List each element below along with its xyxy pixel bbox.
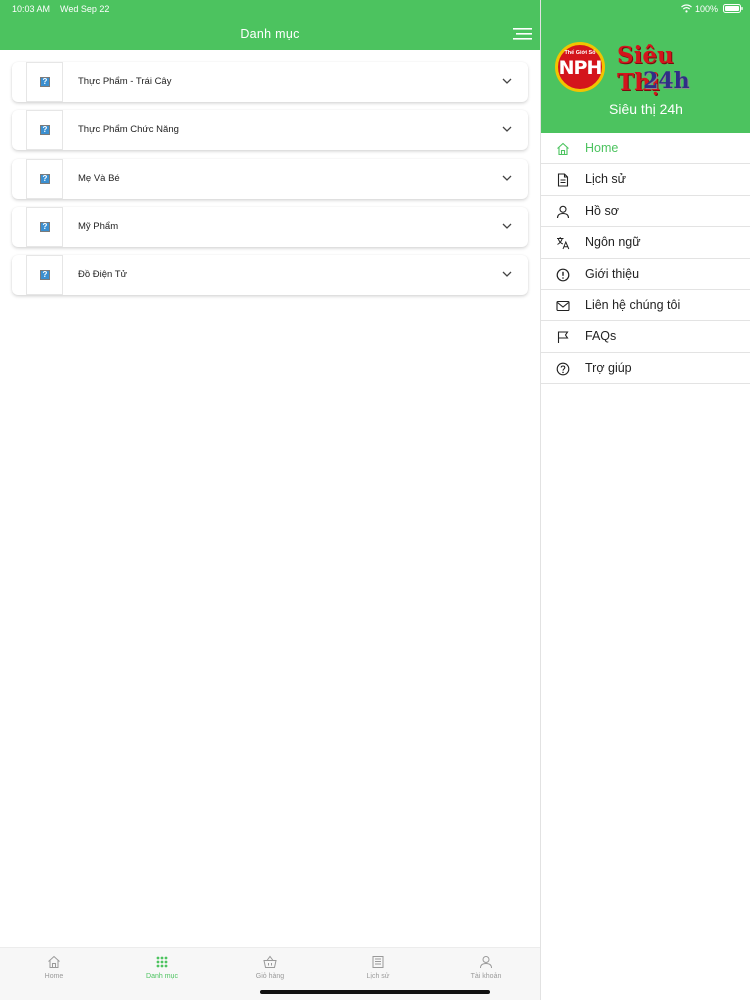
category-item[interactable]: ? Thực Phẩm Chức Năng	[12, 110, 528, 151]
category-thumbnail: ?	[26, 62, 63, 102]
category-label: Đồ Điện Tử	[78, 269, 127, 281]
flag-icon	[557, 331, 569, 344]
tab-category[interactable]: Danh mục	[108, 948, 216, 1000]
logo-ring-text: Thế Giới Số	[564, 50, 596, 56]
mail-icon	[556, 300, 570, 312]
brand-logo: Thế Giới Số NPH Siêu Thị 24h	[551, 38, 721, 100]
category-thumbnail: ?	[26, 206, 63, 247]
drawer-menu: Home Lịch sử Hồ sơ Ngôn ngữ Giới thiệu L…	[541, 133, 750, 385]
tab-label: Danh mục	[146, 973, 178, 980]
category-label: Mẹ Và Bé	[78, 172, 120, 184]
logo-wordmark-bottom: 24h	[643, 68, 690, 94]
category-label: Mỹ Phẩm	[78, 220, 119, 232]
home-icon	[557, 142, 569, 156]
menu-item-label: Ngôn ngữ	[585, 235, 641, 250]
menu-item-contact[interactable]: Liên hệ chúng tôi	[541, 290, 750, 322]
tab-label: Giỏ hàng	[255, 973, 285, 980]
tab-label: Tài khoản	[470, 973, 502, 980]
chevron-down-icon[interactable]	[502, 270, 512, 278]
document-icon	[557, 173, 569, 187]
help-icon	[556, 362, 570, 376]
logo-monogram: NPH	[558, 57, 603, 79]
category-thumbnail: ?	[26, 158, 63, 199]
menu-item-label: FAQs	[585, 329, 617, 344]
chevron-down-icon[interactable]	[502, 222, 512, 230]
menu-item-label: Home	[585, 141, 619, 155]
menu-item-profile[interactable]: Hồ sơ	[541, 196, 750, 228]
home-indicator	[260, 990, 490, 994]
menu-item-label: Lịch sử	[585, 172, 627, 187]
app-header: 10:03 AM Wed Sep 22 Danh mục	[0, 0, 540, 50]
hamburger-icon[interactable]	[513, 28, 532, 40]
brand-name: Siêu thị 24h	[609, 101, 683, 117]
image-placeholder-icon: ?	[40, 125, 50, 136]
category-item[interactable]: ? Đồ Điện Tử	[12, 255, 528, 296]
category-thumbnail: ?	[26, 255, 63, 296]
category-label: Thực Phẩm Chức Năng	[78, 124, 179, 136]
menu-item-label: Trợ giúp	[585, 360, 632, 375]
user-icon	[480, 956, 492, 969]
home-icon	[48, 955, 60, 968]
page-title: Danh mục	[240, 27, 300, 41]
image-placeholder-icon: ?	[40, 270, 50, 281]
tab-home[interactable]: Home	[0, 948, 108, 1000]
menu-item-home[interactable]: Home	[541, 133, 750, 165]
basket-icon	[263, 955, 277, 968]
category-thumbnail: ?	[26, 110, 63, 151]
grid-icon	[156, 956, 168, 968]
drawer-header: 100% Thế Giới Số NPH Siêu Thị 24h Siêu t…	[541, 0, 750, 133]
battery-icon	[723, 4, 743, 13]
status-time: 10:03 AM	[12, 4, 51, 14]
battery-percentage: 100%	[695, 4, 719, 14]
menu-item-label: Giới thiệu	[585, 266, 640, 281]
image-placeholder-icon: ?	[40, 77, 50, 87]
tab-label: Lịch sử	[366, 973, 390, 980]
tab-label: Home	[44, 973, 64, 980]
menu-item-help[interactable]: Trợ giúp	[541, 353, 750, 385]
menu-item-history[interactable]: Lịch sử	[541, 164, 750, 196]
user-icon	[556, 205, 570, 218]
history-icon	[372, 956, 384, 968]
side-drawer: 100% Thế Giới Số NPH Siêu Thị 24h Siêu t…	[540, 0, 750, 1000]
image-placeholder-icon: ?	[40, 221, 50, 232]
info-icon	[556, 268, 570, 281]
category-list: ? Thực Phẩm - Trái Cây ? Thực Phẩm Chức …	[12, 62, 528, 303]
chevron-down-icon[interactable]	[502, 77, 512, 85]
category-screen: 10:03 AM Wed Sep 22 Danh mục ? Thực Phẩm…	[0, 0, 540, 1000]
menu-item-faqs[interactable]: FAQs	[541, 321, 750, 353]
wifi-icon	[681, 4, 692, 13]
menu-item-label: Hồ sơ	[585, 203, 619, 218]
category-item[interactable]: ? Mỹ Phẩm	[12, 206, 528, 247]
menu-item-label: Liên hệ chúng tôi	[585, 297, 681, 312]
category-label: Thực Phẩm - Trái Cây	[78, 76, 172, 87]
category-item[interactable]: ? Mẹ Và Bé	[12, 158, 528, 199]
menu-item-language[interactable]: Ngôn ngữ	[541, 227, 750, 259]
category-item[interactable]: ? Thực Phẩm - Trái Cây	[12, 62, 528, 102]
translate-icon	[557, 237, 570, 250]
status-date: Wed Sep 22	[60, 4, 110, 14]
chevron-down-icon[interactable]	[502, 174, 512, 182]
image-placeholder-icon: ?	[40, 173, 50, 184]
logo-emblem: Thế Giới Số NPH	[555, 42, 605, 92]
menu-item-about[interactable]: Giới thiệu	[541, 259, 750, 290]
chevron-down-icon[interactable]	[502, 125, 512, 133]
